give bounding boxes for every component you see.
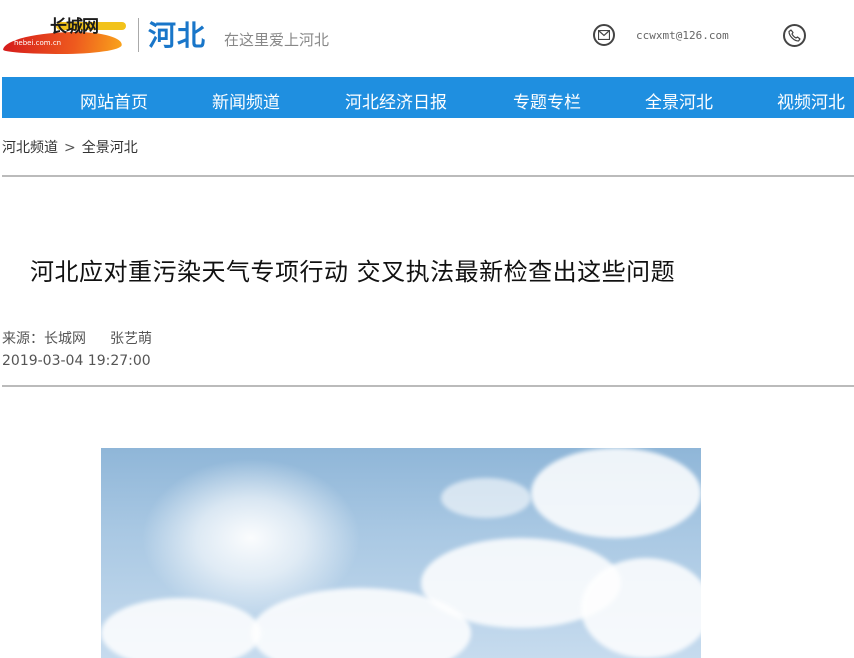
divider-bottom <box>2 385 854 387</box>
logo-domain: hebei.com.cn <box>14 39 62 47</box>
nav-item-topics[interactable]: 专题专栏 <box>513 88 581 113</box>
region-title[interactable]: 河北 <box>148 14 206 54</box>
nav-item-economic-daily[interactable]: 河北经济日报 <box>345 88 447 113</box>
cloud <box>441 478 531 518</box>
article-source: 来源：长城网 张艺萌 <box>2 328 152 348</box>
divider-top <box>2 175 854 177</box>
nav-item-home[interactable]: 网站首页 <box>80 88 148 113</box>
source-label: 来源： <box>2 331 44 347</box>
mail-icon[interactable] <box>593 24 615 46</box>
publish-datetime: 2019-03-04 19:27:00 <box>2 353 151 369</box>
nav-item-news[interactable]: 新闻频道 <box>212 88 280 113</box>
breadcrumb-item-panorama[interactable]: 全景河北 <box>82 140 138 156</box>
nav-item-panorama[interactable]: 全景河北 <box>645 88 713 113</box>
header-divider <box>138 18 139 52</box>
author-name: 张艺萌 <box>110 331 152 347</box>
site-slogan: 在这里爱上河北 <box>224 31 330 49</box>
cloud <box>531 448 701 538</box>
breadcrumb: 河北频道 > 全景河北 <box>2 137 138 157</box>
breadcrumb-separator: > <box>64 140 76 156</box>
site-header: 长城网 hebei.com.cn 河北 在这里爱上河北 ccwxmt@126.c… <box>0 0 854 76</box>
nav-item-video[interactable]: 视频河北 <box>777 88 845 113</box>
logo-text: 长城网 <box>50 17 99 37</box>
breadcrumb-item-hebei[interactable]: 河北频道 <box>2 140 58 156</box>
phone-icon[interactable] <box>783 24 806 47</box>
main-nav: 网站首页 新闻频道 河北经济日报 专题专栏 全景河北 视频河北 <box>2 77 854 118</box>
site-logo[interactable]: 长城网 hebei.com.cn <box>0 8 132 60</box>
cloud <box>581 558 701 658</box>
contact-email[interactable]: ccwxmt@126.com <box>636 29 729 42</box>
article-image-sky <box>101 448 701 658</box>
article-title: 河北应对重污染天气专项行动 交叉执法最新检查出这些问题 <box>30 258 676 286</box>
source-name: 长城网 <box>44 331 86 347</box>
